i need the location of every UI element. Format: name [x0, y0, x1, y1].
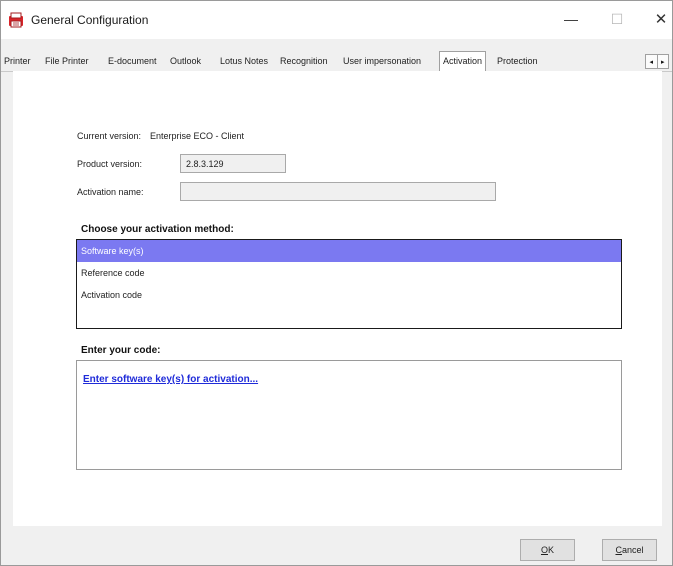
tab-lotus-notes[interactable]: Lotus Notes [220, 54, 268, 69]
tab-recognition[interactable]: Recognition [280, 54, 328, 69]
activation-method-title: Choose your activation method: [81, 224, 234, 235]
title-bar: General Configuration — ☐ ✕ [1, 1, 672, 39]
window-title: General Configuration [31, 13, 149, 27]
minimize-button[interactable]: — [559, 9, 583, 29]
ok-button[interactable]: OK [520, 539, 575, 561]
enter-code-title: Enter your code: [81, 345, 161, 356]
tab-user-impersonation[interactable]: User impersonation [343, 54, 421, 69]
activation-method-list[interactable]: Software key(s) Reference code Activatio… [76, 239, 622, 329]
cancel-button[interactable]: Cancel [602, 539, 657, 561]
cancel-label: ancel [621, 545, 644, 555]
tab-scroll-buttons: ◂ ▸ [645, 54, 669, 69]
enter-software-keys-link[interactable]: Enter software key(s) for activation... [83, 374, 258, 385]
general-configuration-window: General Configuration — ☐ ✕ Printer File… [0, 0, 673, 566]
list-item-activation-code[interactable]: Activation code [77, 284, 621, 306]
list-item-reference-code[interactable]: Reference code [77, 262, 621, 284]
activation-name-label: Activation name: [77, 187, 144, 197]
tab-printer[interactable]: Printer [4, 54, 31, 69]
maximize-button[interactable]: ☐ [605, 9, 629, 29]
activation-name-field [180, 182, 496, 201]
tab-activation[interactable]: Activation [439, 51, 487, 72]
current-version-value: Enterprise ECO - Client [150, 131, 245, 141]
current-version-label: Current version: [77, 131, 142, 141]
tab-strip: Printer File Printer E-document Outlook … [1, 51, 672, 72]
activation-page: Current version: Enterprise ECO - Client… [13, 71, 662, 526]
tab-protection[interactable]: Protection [497, 54, 538, 69]
product-version-field: 2.8.3.129 [180, 154, 286, 173]
ok-label: K [548, 545, 555, 555]
tab-scroll-left-icon[interactable]: ◂ [646, 55, 657, 68]
product-version-label: Product version: [77, 159, 143, 169]
ok-mnemonic: O [540, 545, 548, 555]
tab-file-printer[interactable]: File Printer [45, 54, 89, 69]
tab-scroll-right-icon[interactable]: ▸ [656, 55, 669, 68]
tab-e-document[interactable]: E-document [108, 54, 157, 69]
list-item-software-keys[interactable]: Software key(s) [77, 240, 621, 262]
close-button[interactable]: ✕ [649, 9, 672, 29]
code-entry-box[interactable]: Enter software key(s) for activation... [76, 360, 622, 470]
tab-outlook[interactable]: Outlook [170, 54, 201, 69]
app-printer-icon [9, 12, 23, 28]
